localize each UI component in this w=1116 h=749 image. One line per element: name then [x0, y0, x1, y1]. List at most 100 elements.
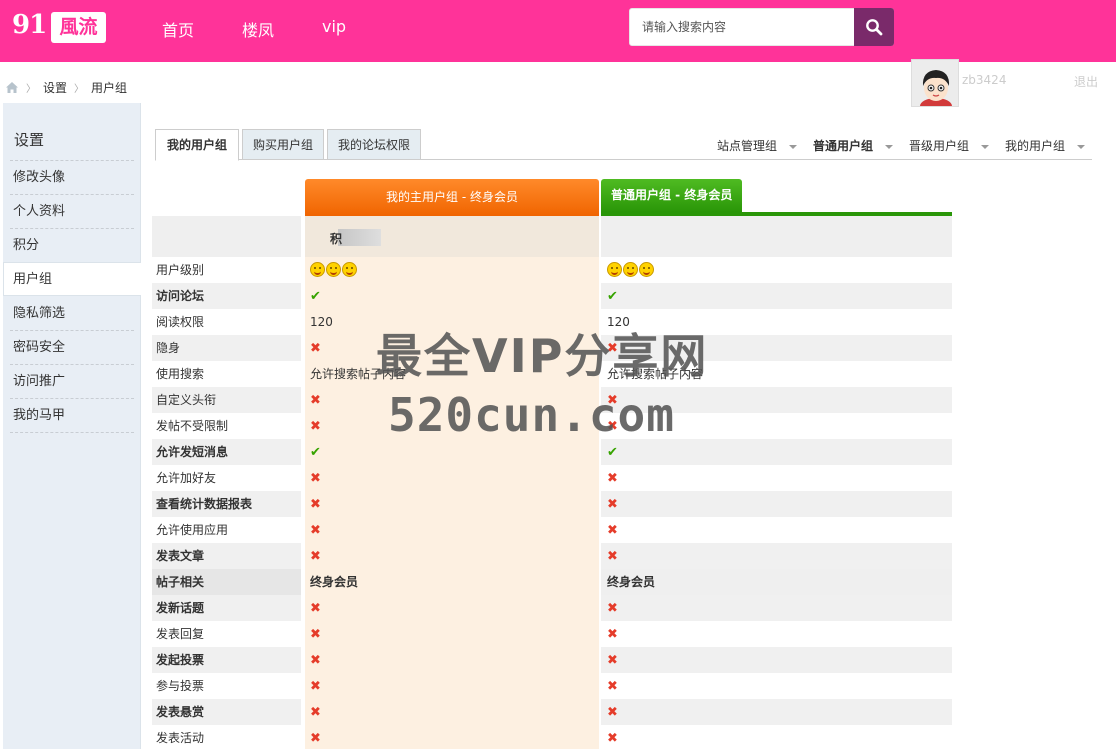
table-row: 允许使用应用 ✖ ✖: [152, 517, 952, 543]
username-link[interactable]: zb3424: [962, 73, 1006, 87]
main-group-cell: ✖: [305, 595, 599, 621]
main-group-cell: ✖: [305, 543, 599, 569]
row-label: 参与投票: [156, 679, 205, 693]
table-row: 查看统计数据报表 ✖ ✖: [152, 491, 952, 517]
filter-normal-group[interactable]: 普通用户组: [813, 137, 894, 154]
normal-group-cell: ✖: [601, 699, 952, 725]
filter-label: 站点管理组: [717, 139, 778, 153]
main-group-cell: ✔: [305, 283, 599, 309]
watermark-line1: 最全VIP分享网: [376, 329, 709, 383]
row-label: 用户级别: [156, 263, 205, 277]
normal-group-cell: ✔: [601, 439, 952, 465]
breadcrumb: 〉 设置 〉 用户组: [5, 79, 127, 95]
sidebar-item-points[interactable]: 积分: [10, 229, 134, 263]
normal-group-header[interactable]: 普通用户组 - 终身会员: [601, 179, 742, 212]
sidebar-item-sockpuppet[interactable]: 我的马甲: [10, 399, 134, 433]
breadcrumb-usergroup[interactable]: 用户组: [91, 79, 127, 96]
cross-icon: ✖: [310, 523, 321, 538]
row-label: 发表活动: [156, 731, 205, 745]
normal-group-cell: ✖: [601, 517, 952, 543]
site-logo-number[interactable]: 91: [12, 10, 47, 40]
nav-home[interactable]: 首页: [162, 17, 194, 41]
cross-icon: ✖: [310, 679, 321, 694]
cross-icon: ✖: [310, 341, 321, 356]
cross-icon: ✖: [607, 705, 618, 720]
cross-icon: ✖: [607, 497, 618, 512]
table-row: 发起投票 ✖ ✖: [152, 647, 952, 673]
sidebar-item-avatar[interactable]: 修改头像: [10, 161, 134, 195]
sidebar-item-password[interactable]: 密码安全: [10, 331, 134, 365]
filter-promoted-group[interactable]: 晋级用户组: [909, 137, 990, 154]
tab-buy-usergroup[interactable]: 购买用户组: [242, 129, 324, 160]
row-label: 帖子相关: [152, 569, 301, 595]
normal-group-cell: ✖: [601, 543, 952, 569]
points-label: 积: [330, 232, 343, 246]
row-label: 查看统计数据报表: [152, 491, 301, 517]
cross-icon: ✖: [607, 653, 618, 668]
row-label: 允许发短消息: [152, 439, 301, 465]
search-input[interactable]: [630, 9, 856, 45]
search-icon: [866, 19, 883, 36]
cross-icon: ✖: [310, 731, 321, 746]
main-group-cell: ✖: [305, 491, 599, 517]
table-row: 允许发短消息 ✔ ✔: [152, 439, 952, 465]
logout-link[interactable]: 退出: [1074, 73, 1098, 90]
sidebar-item-privacy[interactable]: 隐私筛选: [10, 297, 134, 331]
table-row: 访问论坛 ✔ ✔: [152, 283, 952, 309]
sidebar-item-usergroup[interactable]: 用户组: [3, 262, 141, 296]
cross-icon: ✖: [310, 653, 321, 668]
nav-vip[interactable]: vip: [322, 17, 346, 36]
dropdown-arrow-icon: [1077, 144, 1086, 149]
row-label: 使用搜索: [156, 367, 205, 381]
filter-admin-group[interactable]: 站点管理组: [717, 137, 798, 154]
row-label: 发表文章: [152, 543, 301, 569]
level-smiley-icon: [607, 262, 622, 277]
row-label: 发起投票: [152, 647, 301, 673]
filter-label: 普通用户组: [813, 139, 874, 153]
tab-forum-permissions[interactable]: 我的论坛权限: [327, 129, 421, 160]
breadcrumb-settings[interactable]: 设置: [43, 79, 67, 96]
normal-group-cell: ✔: [601, 283, 952, 309]
normal-group-cell: ✖: [601, 621, 952, 647]
site-logo-text[interactable]: 風流: [51, 12, 106, 43]
top-navbar: 91 風流 首页 楼凤 vip: [0, 0, 1116, 62]
sidebar-item-promotion[interactable]: 访问推广: [10, 365, 134, 399]
check-icon: ✔: [607, 289, 618, 304]
cross-icon: ✖: [310, 627, 321, 642]
filter-label: 晋级用户组: [909, 139, 970, 153]
table-row: 允许加好友 ✖ ✖: [152, 465, 952, 491]
breadcrumb-separator: 〉: [74, 83, 85, 95]
row-label: 发表悬赏: [152, 699, 301, 725]
row-label: 允许使用应用: [156, 523, 229, 537]
table-row: 帖子相关 终身会员 终身会员: [152, 569, 952, 595]
row-label: 访问论坛: [152, 283, 301, 309]
cross-icon: ✖: [310, 471, 321, 486]
avatar-cartoon-icon: [912, 60, 958, 106]
normal-group-cell: ✖: [601, 465, 952, 491]
row-label: 允许加好友: [156, 471, 217, 485]
cross-icon: ✖: [310, 601, 321, 616]
main-group-cell: ✖: [305, 517, 599, 543]
sidebar-item-profile[interactable]: 个人资料: [10, 195, 134, 229]
normal-group-cell: ✖: [601, 673, 952, 699]
main-group-cell: ✖: [305, 673, 599, 699]
normal-group-cell: ✖: [601, 491, 952, 517]
home-icon[interactable]: [5, 81, 19, 94]
filter-my-group[interactable]: 我的用户组: [1005, 137, 1086, 154]
dropdown-arrow-icon: [885, 144, 894, 149]
breadcrumb-separator: 〉: [26, 83, 36, 95]
main-group-cell: 终身会员: [305, 569, 599, 595]
watermark-line2: 520cun.com: [388, 388, 675, 442]
dropdown-arrow-icon: [789, 144, 798, 149]
normal-group-cell: ✖: [601, 647, 952, 673]
sidebar-title: 设置: [14, 131, 45, 149]
cross-icon: ✖: [310, 549, 321, 564]
level-smiley-icon: [326, 262, 341, 277]
nav-loufeng[interactable]: 楼凤: [242, 17, 274, 41]
normal-group-cell: 终身会员: [601, 569, 952, 595]
points-blurred-value: [338, 229, 381, 246]
user-avatar[interactable]: [911, 59, 959, 107]
search-button[interactable]: [854, 8, 894, 46]
tab-my-usergroup[interactable]: 我的用户组: [155, 129, 239, 161]
cross-icon: ✖: [310, 705, 321, 720]
